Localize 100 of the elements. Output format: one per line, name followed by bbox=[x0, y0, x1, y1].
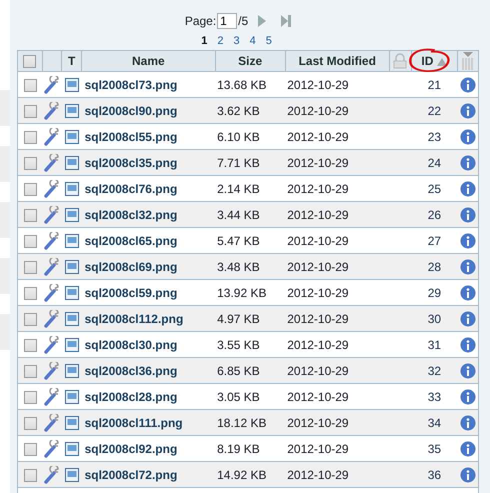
column-header[interactable]: T bbox=[62, 50, 82, 72]
last-modified-date: 2012-10-29 bbox=[285, 410, 390, 436]
column-header[interactable]: Name bbox=[82, 50, 216, 72]
row-checkbox[interactable] bbox=[24, 416, 36, 430]
file-size: 3.48 KB bbox=[215, 254, 286, 280]
file-name[interactable]: sql2008cl36.png bbox=[82, 358, 216, 384]
image-file-icon bbox=[64, 338, 79, 352]
image-file-icon bbox=[64, 182, 79, 196]
file-name[interactable]: sql2008cl35.png bbox=[82, 150, 216, 176]
image-file-icon bbox=[64, 416, 79, 430]
row-checkbox[interactable] bbox=[24, 78, 36, 92]
wrench-icon[interactable] bbox=[44, 414, 60, 432]
file-name[interactable]: sql2008cl69.png bbox=[82, 254, 216, 280]
info-icon[interactable] bbox=[460, 440, 476, 456]
info-icon[interactable] bbox=[460, 284, 476, 300]
row-checkbox[interactable] bbox=[24, 260, 36, 274]
info-icon[interactable] bbox=[460, 232, 476, 248]
page-input[interactable]: 1 bbox=[217, 13, 238, 29]
column-chooser-icon[interactable] bbox=[461, 52, 476, 70]
wrench-icon[interactable] bbox=[44, 388, 60, 406]
info-icon[interactable] bbox=[460, 466, 476, 482]
wrench-icon[interactable] bbox=[44, 180, 60, 198]
column-header[interactable]: Size bbox=[215, 50, 286, 72]
row-checkbox[interactable] bbox=[24, 234, 36, 248]
id-cell: 34 bbox=[411, 410, 458, 436]
page-total: /5 bbox=[238, 14, 248, 28]
info-icon[interactable] bbox=[460, 76, 476, 92]
page-link[interactable]: 1 bbox=[201, 35, 208, 47]
image-file-icon bbox=[64, 260, 79, 274]
file-size: 3.44 KB bbox=[215, 202, 286, 228]
wrench-icon[interactable] bbox=[44, 128, 60, 146]
info-icon[interactable] bbox=[460, 414, 476, 430]
info-icon[interactable] bbox=[460, 336, 476, 352]
image-file-icon bbox=[64, 156, 79, 170]
info-icon[interactable] bbox=[460, 180, 476, 196]
image-file-icon bbox=[64, 312, 79, 326]
info-icon[interactable] bbox=[460, 362, 476, 378]
last-modified-date: 2012-10-29 bbox=[285, 254, 390, 280]
lock-icon bbox=[392, 53, 408, 69]
file-name[interactable]: sql2008cl32.png bbox=[82, 202, 216, 228]
info-icon[interactable] bbox=[460, 128, 476, 144]
row-checkbox[interactable] bbox=[24, 156, 36, 170]
last-modified-date: 2012-10-29 bbox=[285, 306, 390, 332]
next-page-icon[interactable] bbox=[257, 14, 268, 28]
file-size: 18.12 KB bbox=[215, 410, 286, 436]
info-icon[interactable] bbox=[460, 206, 476, 222]
wrench-icon[interactable] bbox=[44, 76, 60, 94]
image-file-icon bbox=[64, 234, 79, 248]
id-cell: 22 bbox=[411, 98, 458, 124]
wrench-icon[interactable] bbox=[44, 310, 60, 328]
last-modified-date: 2012-10-29 bbox=[285, 202, 390, 228]
id-cell: 24 bbox=[411, 150, 458, 176]
image-file-icon bbox=[64, 364, 79, 378]
last-modified-date: 2012-10-29 bbox=[285, 358, 390, 384]
wrench-icon[interactable] bbox=[44, 232, 60, 250]
info-icon[interactable] bbox=[460, 310, 476, 326]
info-icon[interactable] bbox=[460, 154, 476, 170]
file-name[interactable]: sql2008cl112.png bbox=[82, 306, 216, 332]
last-page-icon[interactable] bbox=[280, 14, 292, 28]
id-cell: 30 bbox=[411, 306, 458, 332]
wrench-icon[interactable] bbox=[44, 206, 60, 224]
page-link[interactable]: 5 bbox=[266, 35, 272, 47]
image-file-icon bbox=[64, 468, 79, 482]
image-file-icon bbox=[64, 104, 79, 118]
row-checkbox[interactable] bbox=[24, 468, 36, 482]
row-checkbox[interactable] bbox=[24, 182, 36, 196]
file-name[interactable]: sql2008cl111.png bbox=[82, 410, 216, 436]
file-name[interactable]: sql2008cl72.png bbox=[82, 462, 216, 488]
info-icon[interactable] bbox=[460, 102, 476, 118]
wrench-icon[interactable] bbox=[44, 440, 60, 458]
last-modified-date: 2012-10-29 bbox=[285, 462, 390, 488]
page-link[interactable]: 2 bbox=[217, 35, 224, 47]
wrench-icon[interactable] bbox=[44, 284, 60, 302]
info-icon[interactable] bbox=[460, 388, 476, 404]
image-file-icon bbox=[64, 442, 79, 456]
wrench-icon[interactable] bbox=[44, 154, 60, 172]
row-checkbox[interactable] bbox=[24, 312, 36, 326]
wrench-icon[interactable] bbox=[44, 466, 60, 484]
row-checkbox[interactable] bbox=[24, 338, 36, 352]
row-checkbox[interactable] bbox=[24, 390, 36, 404]
row-checkbox[interactable] bbox=[24, 104, 36, 118]
file-size: 7.71 KB bbox=[215, 150, 286, 176]
row-checkbox[interactable] bbox=[24, 364, 36, 378]
row-checkbox[interactable] bbox=[24, 208, 36, 222]
wrench-icon[interactable] bbox=[44, 362, 60, 380]
wrench-icon[interactable] bbox=[44, 336, 60, 354]
column-header[interactable]: Last Modified bbox=[285, 50, 390, 72]
last-modified-date: 2012-10-29 bbox=[285, 98, 390, 124]
select-all-checkbox[interactable] bbox=[23, 55, 36, 68]
wrench-icon[interactable] bbox=[44, 102, 60, 120]
row-checkbox[interactable] bbox=[24, 442, 36, 456]
page-link[interactable]: 3 bbox=[233, 35, 240, 47]
row-checkbox[interactable] bbox=[24, 286, 36, 300]
page-link[interactable]: 4 bbox=[250, 35, 256, 47]
image-file-icon bbox=[64, 130, 79, 144]
image-file-icon bbox=[64, 208, 79, 222]
file-name[interactable]: sql2008cl90.png bbox=[82, 98, 216, 124]
wrench-icon[interactable] bbox=[44, 258, 60, 276]
info-icon[interactable] bbox=[460, 258, 476, 274]
row-checkbox[interactable] bbox=[24, 130, 36, 144]
